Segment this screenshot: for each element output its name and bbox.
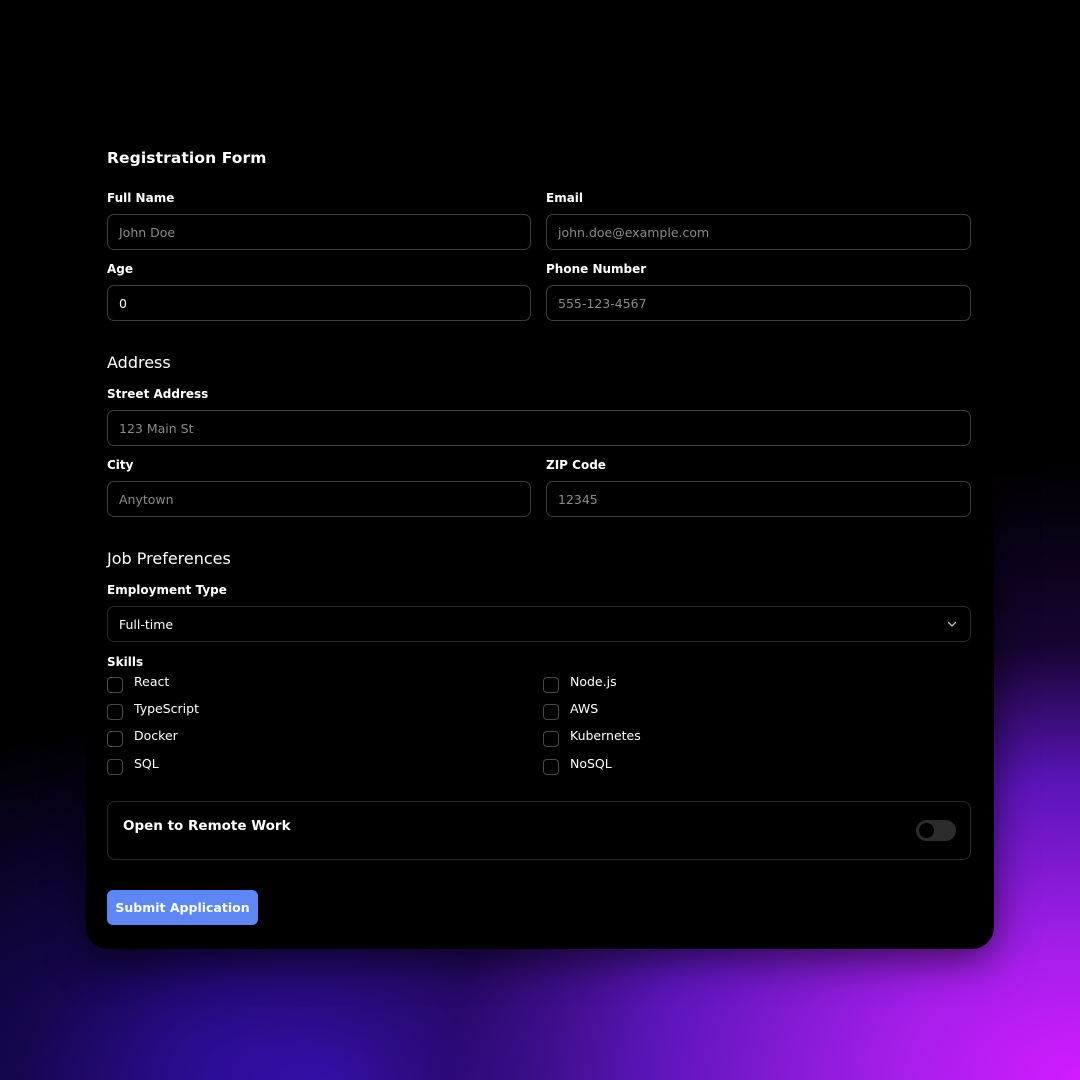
employment-type-select[interactable]: Full-time	[107, 606, 971, 642]
skill-kubernetes-label: Kubernetes	[570, 727, 641, 743]
skill-aws[interactable]: AWS	[543, 700, 598, 720]
city-input[interactable]: Anytown	[107, 481, 531, 517]
skill-nodejs-checkbox[interactable]	[543, 677, 559, 693]
zip-code-label: ZIP Code	[546, 458, 606, 472]
skill-typescript-checkbox[interactable]	[107, 704, 123, 720]
skill-nosql[interactable]: NoSQL	[543, 755, 612, 775]
registration-form-card: Registration Form Full Name John Doe Ema…	[86, 132, 994, 949]
backdrop: Registration Form Full Name John Doe Ema…	[0, 0, 1080, 1080]
phone-label: Phone Number	[546, 262, 647, 276]
email-label: Email	[546, 191, 584, 205]
skill-docker-label: Docker	[134, 727, 178, 743]
skill-nosql-checkbox[interactable]	[543, 759, 559, 775]
skills-label: Skills	[107, 655, 144, 669]
skill-sql-label: SQL	[134, 755, 159, 771]
skill-nodejs-label: Node.js	[570, 673, 617, 689]
skill-react[interactable]: React	[107, 673, 169, 693]
skill-react-checkbox[interactable]	[107, 677, 123, 693]
employment-type-value: Full-time	[119, 616, 174, 632]
street-address-input[interactable]: 123 Main St	[107, 410, 971, 446]
skill-aws-checkbox[interactable]	[543, 704, 559, 720]
city-label: City	[107, 458, 134, 472]
employment-type-label: Employment Type	[107, 583, 227, 597]
remote-work-label: Open to Remote Work	[123, 818, 291, 834]
skill-react-label: React	[134, 673, 170, 689]
skill-sql[interactable]: SQL	[107, 755, 159, 775]
skill-kubernetes[interactable]: Kubernetes	[543, 727, 641, 747]
skill-aws-label: AWS	[570, 700, 599, 716]
address-section-title: Address	[107, 353, 171, 372]
skill-docker-checkbox[interactable]	[107, 731, 123, 747]
email-input[interactable]: john.doe@example.com	[546, 214, 971, 250]
toggle-knob	[919, 823, 934, 838]
skill-kubernetes-checkbox[interactable]	[543, 731, 559, 747]
remote-work-panel: Open to Remote Work	[107, 801, 971, 860]
form-title: Registration Form	[107, 149, 267, 167]
zip-code-input[interactable]: 12345	[546, 481, 971, 517]
age-input[interactable]: 0	[107, 285, 531, 321]
skill-docker[interactable]: Docker	[107, 727, 178, 747]
skill-typescript-label: TypeScript	[134, 700, 199, 716]
job-preferences-section-title: Job Preferences	[107, 549, 231, 568]
skill-sql-checkbox[interactable]	[107, 759, 123, 775]
full-name-label: Full Name	[107, 191, 175, 205]
skill-typescript[interactable]: TypeScript	[107, 700, 199, 720]
chevron-down-icon	[945, 617, 959, 631]
skill-nodejs[interactable]: Node.js	[543, 673, 617, 693]
age-label: Age	[107, 262, 134, 276]
phone-input[interactable]: 555-123-4567	[546, 285, 971, 321]
full-name-input[interactable]: John Doe	[107, 214, 531, 250]
skill-nosql-label: NoSQL	[570, 755, 612, 771]
submit-application-button[interactable]: Submit Application	[107, 890, 258, 925]
remote-work-toggle[interactable]	[916, 820, 956, 841]
street-address-label: Street Address	[107, 387, 209, 401]
